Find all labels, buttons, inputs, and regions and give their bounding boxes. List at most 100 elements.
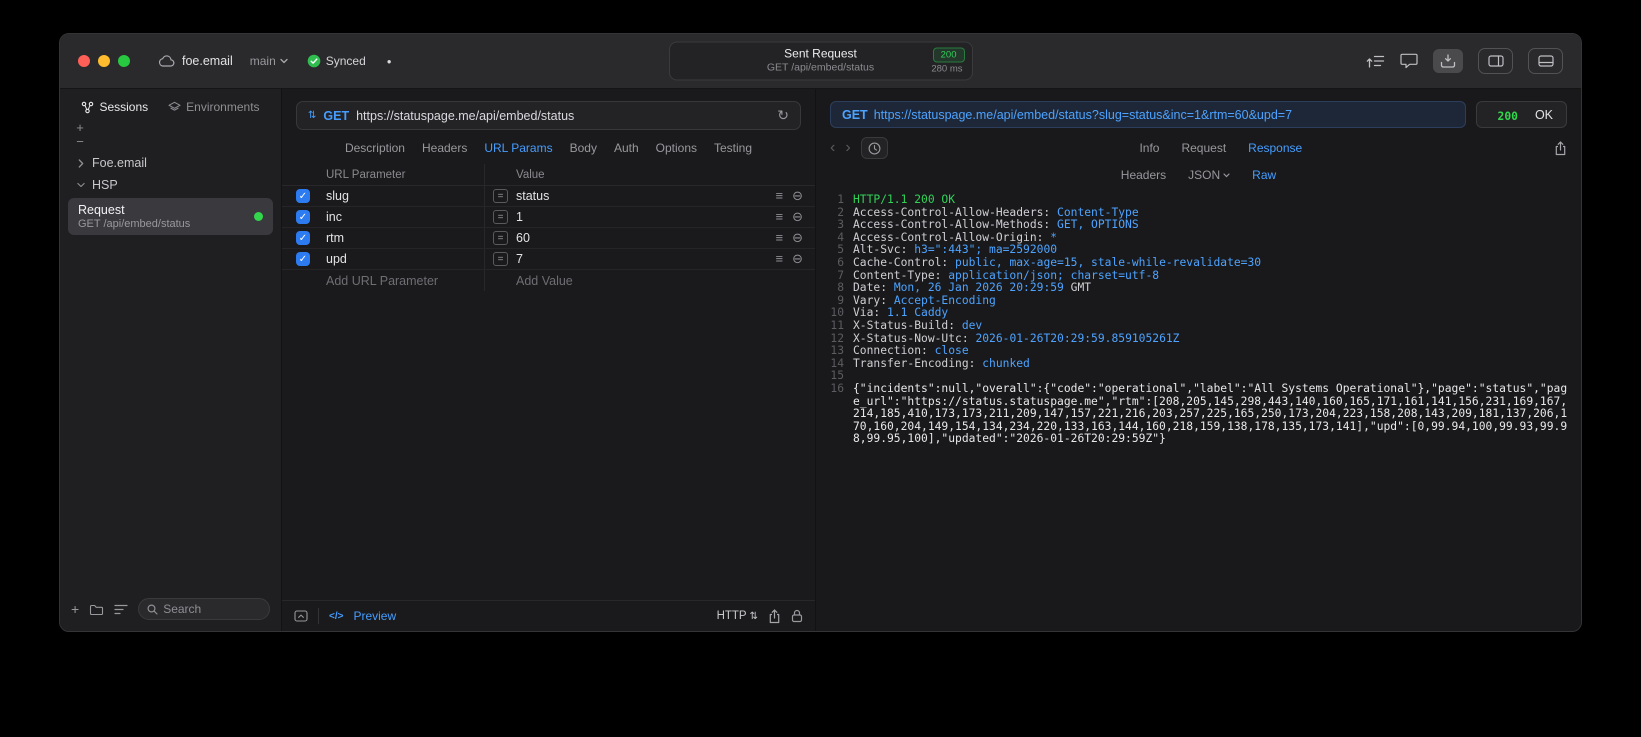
drag-handle-icon[interactable]: ≡ [776, 188, 784, 204]
param-value-field[interactable]: 1 [516, 210, 523, 224]
request-method[interactable]: GET [323, 109, 349, 123]
drag-handle-icon[interactable]: ≡ [776, 209, 784, 225]
new-folder-button[interactable] [89, 603, 104, 616]
protocol-arrows-icon: ⇅ [749, 610, 758, 622]
import-list-icon[interactable] [1366, 54, 1385, 69]
response-top-bar: GET https://statuspage.me/api/embed/stat… [830, 101, 1567, 128]
request-list-item[interactable]: Request GET /api/embed/status [68, 198, 273, 235]
drag-handle-icon[interactable]: ≡ [776, 230, 784, 246]
add-param-name-placeholder[interactable]: Add URL Parameter [326, 274, 484, 288]
param-value-field[interactable]: status [516, 189, 549, 203]
add-param-value-cell[interactable]: Add Value [484, 270, 751, 291]
export-request-button[interactable] [768, 608, 781, 624]
tree-item-hsp[interactable]: HSP [68, 174, 273, 196]
history-forward-button[interactable]: › [845, 140, 850, 156]
response-tab-request[interactable]: Request [1181, 141, 1226, 155]
add-param-row[interactable]: Add URL Parameter Add Value [282, 270, 815, 291]
param-name-field[interactable]: upd [326, 252, 484, 266]
history-button[interactable] [860, 137, 888, 159]
param-rows: ✓ slug = status ≡ ⊖ ✓ inc = 1 ≡ ⊖ ✓ rtm = 60 ≡ ⊖ ✓ upd = 7 ≡ ⊖ [282, 186, 815, 270]
response-nav-bar: ‹ › Info Request Response [816, 128, 1581, 159]
line-number: 1 [837, 193, 844, 206]
param-enabled-checkbox[interactable]: ✓ [296, 231, 310, 245]
param-name-field[interactable]: slug [326, 189, 484, 203]
param-value-field[interactable]: 60 [516, 231, 530, 245]
export-response-button[interactable] [1554, 140, 1567, 156]
add-param-value-placeholder: Add Value [516, 273, 573, 288]
editor-tab-body[interactable]: Body [570, 141, 597, 155]
preview-button[interactable]: Preview [353, 609, 396, 623]
response-subtab-raw[interactable]: Raw [1252, 168, 1276, 182]
sidebar: Sessions Environments + − Foe.email HSP … [60, 89, 282, 631]
response-raw-view[interactable]: 1 HTTP/1.1 200 OK 2 Access-Control-Allow-He… [816, 188, 1581, 631]
param-row-upd: ✓ upd = 7 ≡ ⊖ [282, 249, 815, 270]
sidebar-tabs: Sessions Environments [60, 89, 281, 121]
line-number: 6 [837, 255, 844, 269]
close-window-button[interactable] [78, 55, 90, 67]
remove-param-button[interactable]: ⊖ [792, 188, 803, 204]
column-header-value: Value [484, 164, 751, 185]
minimize-window-button[interactable] [98, 55, 110, 67]
response-subtab-headers[interactable]: Headers [1121, 168, 1166, 182]
remove-param-button[interactable]: ⊖ [792, 230, 803, 246]
protocol-selector[interactable]: HTTP ⇅ [717, 610, 758, 622]
line-number: 16 [830, 381, 844, 395]
remove-param-button[interactable]: ⊖ [792, 209, 803, 225]
zoom-window-button[interactable] [118, 55, 130, 67]
history-back-button[interactable]: ‹ [830, 140, 835, 156]
editor-tab-url-params[interactable]: URL Params [484, 141, 552, 155]
line-number: 11 [830, 318, 844, 332]
branch-name: main [249, 54, 276, 68]
sent-request-url[interactable]: GET https://statuspage.me/api/embed/stat… [830, 101, 1466, 128]
remove-item-button[interactable]: − [73, 135, 87, 149]
response-tab-response[interactable]: Response [1248, 141, 1302, 155]
list-view-button[interactable] [114, 604, 128, 615]
project-name[interactable]: foe.email [182, 54, 233, 68]
request-url-input[interactable]: https://statuspage.me/api/embed/status [356, 109, 574, 123]
param-name-field[interactable]: inc [326, 210, 484, 224]
comment-icon[interactable] [1400, 53, 1418, 69]
param-enabled-checkbox[interactable]: ✓ [296, 252, 310, 266]
response-tab-info[interactable]: Info [1139, 141, 1159, 155]
request-duration: 280 ms [931, 63, 963, 75]
param-enabled-checkbox[interactable]: ✓ [296, 189, 310, 203]
method-selector-icon[interactable]: ⇅ [308, 110, 316, 121]
tree-item-foe-email[interactable]: Foe.email [68, 152, 273, 174]
remove-param-button[interactable]: ⊖ [792, 251, 803, 267]
console-toggle-button[interactable] [294, 610, 308, 622]
editor-tab-auth[interactable]: Auth [614, 141, 639, 155]
param-row-slug: ✓ slug = status ≡ ⊖ [282, 186, 815, 207]
toggle-right-sidebar-button[interactable] [1478, 48, 1513, 74]
request-url-bar[interactable]: ⇅ GET https://statuspage.me/api/embed/st… [296, 101, 801, 130]
tab-sessions[interactable]: Sessions [81, 100, 148, 114]
app-window: foe.email main Synced ● Sent Request GET… [59, 33, 1582, 632]
param-name-field[interactable]: rtm [326, 231, 484, 245]
sidebar-search-input[interactable]: Search [138, 598, 270, 620]
editor-tab-headers[interactable]: Headers [422, 141, 467, 155]
request-editor-pane: ⇅ GET https://statuspage.me/api/embed/st… [282, 89, 816, 631]
new-request-button[interactable]: + [71, 602, 79, 616]
toggle-bottom-panel-button[interactable] [1528, 48, 1563, 74]
sync-status[interactable]: Synced [307, 54, 366, 68]
param-table-header: URL Parameter Value [282, 164, 815, 186]
titlebar-toolbar [1366, 48, 1563, 74]
tree-item-label: Foe.email [92, 156, 147, 170]
add-item-button[interactable]: + [73, 121, 87, 135]
editor-tab-description[interactable]: Description [345, 141, 405, 155]
editor-tab-options[interactable]: Options [656, 141, 697, 155]
param-enabled-checkbox[interactable]: ✓ [296, 210, 310, 224]
resend-request-icon[interactable]: ↻ [777, 107, 789, 124]
code-line: 16 {"incidents":null,"overall":{"code":"o… [824, 381, 1569, 446]
drag-handle-icon[interactable]: ≡ [776, 251, 784, 267]
response-status-code: 200 [1497, 110, 1518, 124]
param-value-field[interactable]: 7 [516, 252, 523, 266]
branch-selector[interactable]: main [250, 54, 288, 68]
tab-environments[interactable]: Environments [168, 100, 260, 114]
editor-tab-testing[interactable]: Testing [714, 141, 752, 155]
lock-icon[interactable] [791, 609, 803, 623]
sync-label: Synced [325, 54, 366, 68]
response-subtab-json[interactable]: JSON [1188, 168, 1230, 182]
request-editor-tabs: Description Headers URL Params Body Auth Opti… [282, 130, 815, 164]
tray-download-button[interactable] [1433, 49, 1463, 73]
sent-request-summary[interactable]: Sent Request GET /api/embed/status 200 2… [668, 41, 973, 81]
